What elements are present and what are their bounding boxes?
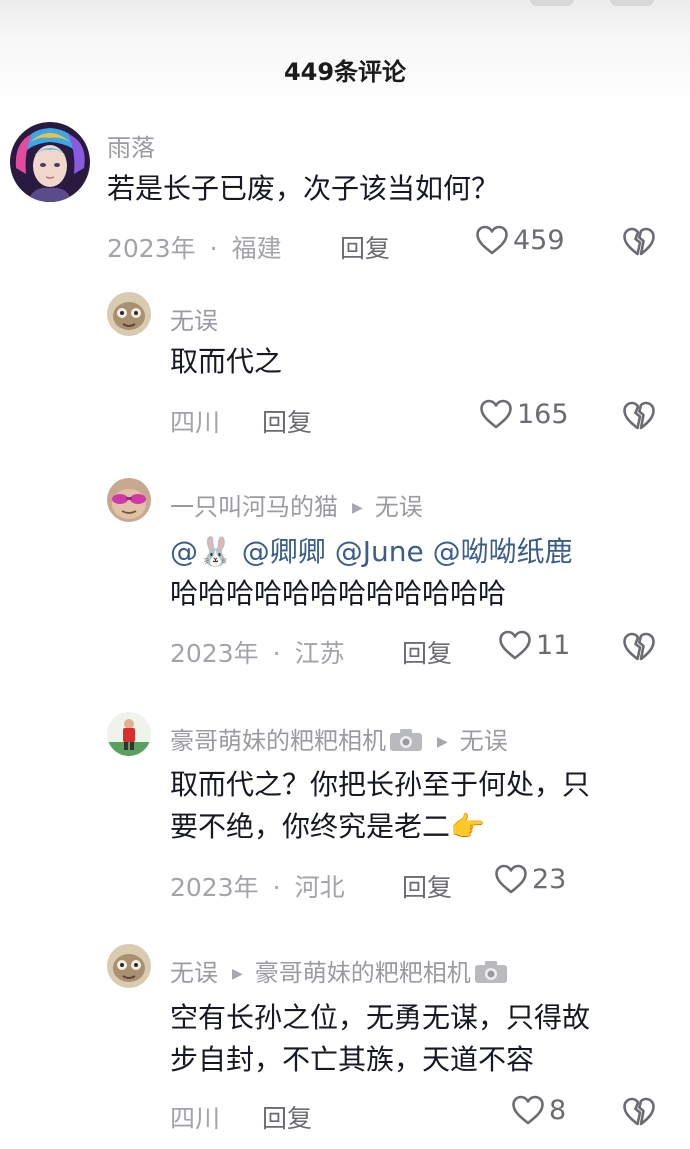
comment-meta: 2023年 · 河北 [170, 873, 345, 902]
comment-count-title: 449条评论 [283, 58, 407, 86]
broken-heart-icon[interactable] [622, 226, 656, 258]
reply-header: 无误 ▶ 豪哥萌妹的粑粑相机 [170, 953, 508, 988]
like-button[interactable]: 11 [498, 629, 570, 661]
username[interactable]: 无误 [170, 301, 218, 336]
like-count: 8 [549, 1094, 567, 1126]
username[interactable]: 豪哥萌妹的粑粑相机 [170, 727, 386, 755]
camera-icon [390, 729, 422, 751]
triangle-right-icon: ▶ [232, 966, 243, 982]
reply-header: 豪哥萌妹的粑粑相机 ▶ 无误 [170, 721, 508, 756]
heart-outline-icon [499, 630, 531, 660]
reply-button[interactable]: 回复 [340, 229, 390, 265]
comment-year: 2023年 [170, 639, 259, 668]
comment-text: 若是长子已废，次子该当如何？ [107, 168, 499, 210]
like-count: 165 [517, 398, 569, 430]
like-button[interactable]: 8 [511, 1094, 566, 1126]
reply-header: 一只叫河马的猫 ▶ 无误 [170, 487, 423, 522]
like-button[interactable]: 165 [479, 398, 569, 430]
like-count: 11 [536, 629, 571, 661]
username[interactable]: 一只叫河马的猫 [170, 493, 338, 521]
comment-text-line: 哈哈哈哈哈哈哈哈哈哈哈哈 [170, 577, 507, 610]
avatar[interactable] [10, 122, 90, 202]
reply-button[interactable]: 回复 [402, 868, 452, 904]
like-count: 459 [513, 224, 565, 256]
comment-text-line: 取而代之？你把长孙至于何处，只 [170, 768, 591, 801]
avatar[interactable] [107, 478, 151, 522]
heart-outline-icon [495, 864, 527, 894]
mention-link[interactable]: @卿卿 [242, 535, 326, 568]
avatar[interactable] [107, 292, 151, 336]
username[interactable]: 雨落 [107, 128, 155, 163]
like-button[interactable]: 23 [494, 863, 566, 895]
reply-to-username[interactable]: 无误 [375, 493, 423, 521]
comment-meta: 2023年 · 江苏 [170, 639, 345, 668]
comment-text: 取而代之？你把长孙至于何处，只 要不绝，你终究是老二👉 [170, 764, 590, 848]
comment-text: 取而代之 [170, 341, 282, 383]
reply-to-username[interactable]: 无误 [460, 727, 508, 755]
mention-link[interactable]: @呦呦纸鹿 [433, 535, 573, 568]
top-control-stub [610, 0, 654, 6]
comment-text-line: 取而代之 [170, 345, 283, 378]
mention-line: @🐰 @卿卿 @June @呦呦纸鹿 [170, 531, 573, 573]
comment-year: 2023年 [107, 234, 196, 263]
broken-heart-icon[interactable] [622, 1096, 656, 1128]
triangle-right-icon: ▶ [437, 734, 448, 750]
comment-text-line: 空有长孙之位，无勇无谋，只得故 [170, 1001, 591, 1034]
triangle-right-icon: ▶ [352, 500, 363, 516]
top-bar: 449条评论 [0, 0, 690, 110]
reply-button[interactable]: 回复 [262, 1099, 312, 1135]
like-count: 23 [532, 863, 567, 895]
heart-outline-icon [512, 1095, 544, 1125]
comment-meta: 四川 [170, 403, 220, 439]
reply-button[interactable]: 回复 [262, 403, 312, 439]
comment-text: @🐰 @卿卿 @June @呦呦纸鹿 哈哈哈哈哈哈哈哈哈哈哈哈 [170, 531, 573, 615]
comment-location: 福建 [231, 234, 282, 263]
broken-heart-icon[interactable] [622, 400, 656, 432]
heart-outline-icon [476, 225, 508, 255]
comment-meta: 2023年 · 福建 [107, 234, 282, 263]
comment-text: 空有长孙之位，无勇无谋，只得故 步自封，不亡其族，天道不容 [170, 997, 590, 1081]
comment-year: 2023年 [170, 873, 259, 902]
pointing-hand-emoji: 👉 [450, 810, 485, 843]
comment-location: 四川 [170, 408, 221, 437]
mention-link[interactable]: @🐰 [170, 535, 233, 568]
comment-location: 江苏 [294, 639, 345, 668]
heart-outline-icon [480, 399, 512, 429]
comment-meta: 四川 [170, 1099, 220, 1135]
broken-heart-icon[interactable] [622, 631, 656, 663]
reply-to-username[interactable]: 豪哥萌妹的粑粑相机 [255, 959, 471, 987]
mention-link[interactable]: @June [335, 535, 424, 568]
top-control-stub [530, 0, 574, 6]
camera-icon [474, 961, 507, 983]
avatar[interactable] [107, 944, 151, 988]
reply-button[interactable]: 回复 [402, 634, 452, 670]
comment-text-line: 步自封，不亡其族，天道不容 [170, 1043, 535, 1076]
comment-text-line: 要不绝，你终究是老二👉 [170, 810, 485, 843]
avatar[interactable] [107, 712, 151, 756]
comment-location: 河北 [294, 873, 345, 902]
comment-text-line: 若是长子已废，次子该当如何？ [107, 172, 500, 205]
like-button[interactable]: 459 [475, 224, 565, 256]
comment-location: 四川 [170, 1104, 221, 1133]
username[interactable]: 无误 [170, 959, 218, 987]
